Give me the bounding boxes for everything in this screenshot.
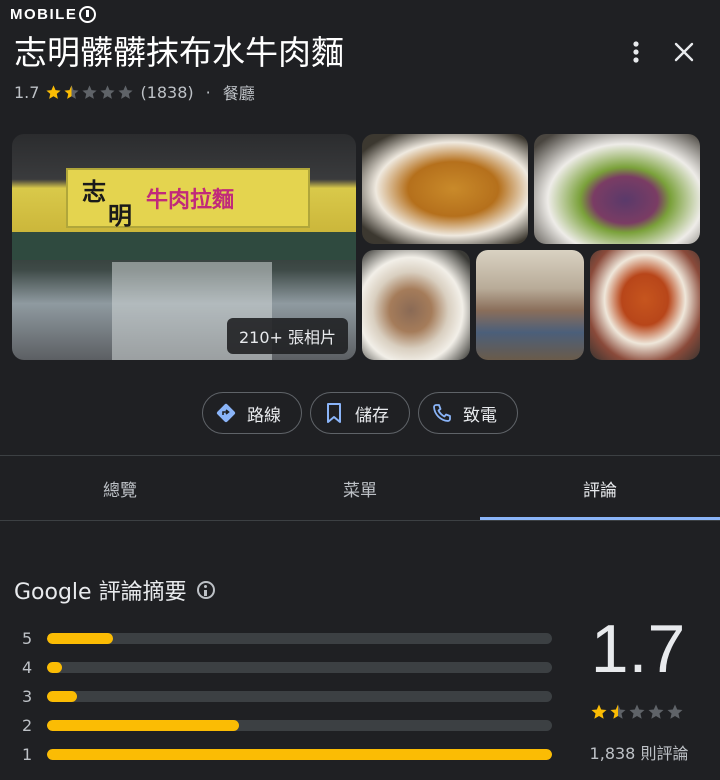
sign-char-2: 明 — [108, 202, 132, 230]
directions-label: 路線 — [247, 405, 281, 426]
photo-tofu[interactable] — [362, 134, 528, 244]
rating-distribution: 5 4 3 2 1 — [22, 624, 552, 769]
photo-count-badge[interactable]: 210+ 張相片 — [226, 318, 348, 354]
tab-overview[interactable]: 總覽 — [0, 456, 240, 520]
call-label: 致電 — [463, 405, 497, 426]
review-count[interactable]: (1838) — [140, 83, 193, 102]
more-options-button[interactable] — [620, 36, 652, 68]
photo-dining-room[interactable] — [476, 250, 584, 360]
rating-bar-row-2[interactable]: 2 — [22, 711, 552, 740]
photo-gallery: 志 明 牛肉拉麵 210+ 張相片 — [12, 134, 700, 360]
star-icon — [610, 704, 626, 719]
photo-spicy-soup[interactable] — [590, 250, 700, 360]
rating-line: 1.7 (1838) · 餐廳 — [14, 80, 255, 104]
directions-icon — [215, 402, 237, 424]
watermark-logo-icon — [79, 6, 97, 23]
rating-bar-label: 4 — [22, 658, 33, 677]
star-icon — [648, 704, 664, 719]
rating-bar-fill — [47, 633, 113, 644]
store-sign: 志 明 牛肉拉麵 — [66, 168, 310, 230]
rating-bar-label: 2 — [22, 716, 33, 735]
directions-button[interactable]: 路線 — [202, 392, 302, 434]
close-icon — [674, 42, 694, 62]
star-icon — [46, 84, 62, 99]
tab-menu[interactable]: 菜單 — [240, 456, 480, 520]
summary-star-rating — [590, 703, 684, 721]
rating-bar-label: 3 — [22, 687, 33, 706]
mobile01-watermark: MOBILE — [10, 6, 97, 23]
phone-icon — [431, 402, 453, 424]
rating-bar-label: 5 — [22, 629, 33, 648]
rating-bar-track — [47, 662, 552, 673]
sign-text: 牛肉拉麵 — [146, 188, 235, 213]
more-vert-icon — [633, 41, 639, 63]
rating-bar-track — [47, 720, 552, 731]
rating-bar-track — [47, 633, 552, 644]
photo-eggplant[interactable] — [534, 134, 700, 244]
info-icon[interactable] — [196, 581, 215, 599]
category-label: 餐廳 — [222, 84, 255, 103]
tab-bar: 總覽 菜單 評論 — [0, 456, 720, 520]
rating-bar-fill — [47, 662, 63, 673]
save-button[interactable]: 儲存 — [310, 392, 410, 434]
rating-bar-track — [47, 691, 552, 702]
star-icon — [629, 704, 645, 719]
close-button[interactable] — [668, 36, 700, 68]
save-label: 儲存 — [355, 405, 389, 426]
rating-value: 1.7 — [14, 82, 40, 102]
star-icon — [64, 84, 80, 99]
star-icon — [100, 84, 116, 99]
rating-bar-label: 1 — [22, 745, 33, 764]
sign-char-1: 志 — [82, 178, 106, 206]
star-icon — [591, 704, 607, 719]
action-bar: 路線 儲存 致電 — [0, 392, 720, 434]
average-score: 1.7 — [590, 611, 686, 687]
divider-tabs — [0, 520, 720, 521]
awning — [12, 232, 356, 260]
photo-storefront[interactable]: 志 明 牛肉拉麵 210+ 張相片 — [12, 134, 356, 360]
star-icon — [118, 84, 134, 99]
rating-bar-fill — [47, 691, 78, 702]
rating-bar-track — [47, 749, 552, 760]
place-title: 志明髒髒抹布水牛肉麵 — [14, 33, 344, 72]
call-button[interactable]: 致電 — [418, 392, 518, 434]
rating-bar-row-1[interactable]: 1 — [22, 740, 552, 769]
rating-bar-fill — [47, 720, 239, 731]
rating-bar-row-3[interactable]: 3 — [22, 682, 552, 711]
rating-bar-row-4[interactable]: 4 — [22, 653, 552, 682]
photo-beef-noodle[interactable] — [362, 250, 470, 360]
total-review-count[interactable]: 1,838 則評論 — [574, 740, 704, 764]
star-icon — [82, 84, 98, 99]
rating-bar-fill — [47, 749, 552, 760]
tab-reviews[interactable]: 評論 — [480, 456, 720, 520]
watermark-text: MOBILE — [10, 6, 78, 23]
review-summary-title: Google 評論摘要 — [14, 580, 187, 605]
header-star-rating — [45, 84, 134, 101]
separator: · — [205, 82, 211, 102]
rating-bar-row-5[interactable]: 5 — [22, 624, 552, 653]
star-icon — [667, 704, 683, 719]
review-summary-heading: Google 評論摘要 — [14, 574, 215, 606]
bookmark-icon — [323, 402, 345, 424]
